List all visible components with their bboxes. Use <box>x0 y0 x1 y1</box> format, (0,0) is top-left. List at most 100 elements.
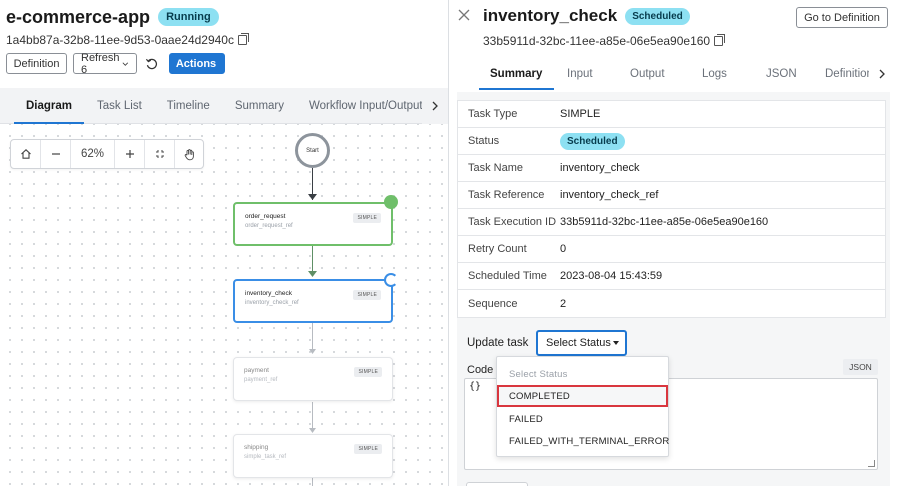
tabs-scroll-right-button[interactable] <box>422 88 448 124</box>
option-failed[interactable]: FAILED <box>497 408 668 430</box>
row-key: Task Execution ID <box>458 216 560 228</box>
arrowhead-icon <box>308 271 317 278</box>
row-value: 2023-08-04 15:43:59 <box>560 270 662 282</box>
row-value: 2 <box>560 298 566 310</box>
zoom-level: 62% <box>71 140 115 168</box>
tab-output[interactable]: Output <box>630 58 665 90</box>
tab-workflow-input-output[interactable]: Workflow Input/Output <box>309 88 423 124</box>
tab-input[interactable]: Input <box>567 58 593 90</box>
tab-json[interactable]: JSON <box>766 58 797 90</box>
node-shipping[interactable]: shipping simple_task_ref SIMPLE <box>233 434 393 478</box>
minus-icon <box>50 148 62 160</box>
workflow-pane: e-commerce-app Running 1a4bb87a-32b8-11e… <box>0 0 448 486</box>
status-select[interactable]: Select Status <box>536 330 627 356</box>
table-row: Sequence 2 <box>458 290 885 317</box>
close-icon[interactable] <box>457 8 471 22</box>
row-value: inventory_check_ref <box>560 189 658 201</box>
table-row: Task Execution ID 33b5911d-32bc-11ee-a85… <box>458 209 885 236</box>
node-type-tag: SIMPLE <box>354 367 382 377</box>
task-header: inventory_check Scheduled <box>483 6 690 26</box>
code-label: Code <box>467 364 493 376</box>
home-button[interactable] <box>11 140 41 168</box>
fit-view-icon <box>154 148 166 160</box>
workflow-tabs: Diagram Task List Timeline Summary Workf… <box>0 88 448 124</box>
row-value: inventory_check <box>560 162 640 174</box>
tab-diagram[interactable]: Diagram <box>26 88 72 124</box>
caret-up-icon <box>613 341 619 345</box>
table-row: Task Type SIMPLE <box>458 101 885 128</box>
status-dropdown-menu: Select Status COMPLETED FAILED FAILED_WI… <box>496 356 669 457</box>
resize-handle-icon[interactable] <box>868 460 875 467</box>
tab-logs[interactable]: Logs <box>702 58 727 90</box>
status-badge: Scheduled <box>560 133 625 150</box>
start-node[interactable]: Start <box>295 133 330 168</box>
actions-button[interactable]: Actions <box>169 53 225 74</box>
go-to-definition-button[interactable]: Go to Definition <box>796 7 888 28</box>
pan-button[interactable] <box>175 140 203 168</box>
workflow-header: e-commerce-app Running <box>6 6 219 28</box>
row-key: Task Reference <box>458 189 560 201</box>
refresh-button[interactable]: Refresh 6 <box>73 53 137 74</box>
plus-icon <box>124 148 136 160</box>
node-ref: payment_ref <box>244 377 382 383</box>
tabs-scroll-right-button[interactable] <box>874 58 890 90</box>
option-select-status[interactable]: Select Status <box>497 363 668 385</box>
definition-button[interactable]: Definition <box>6 53 67 74</box>
row-value: 0 <box>560 243 566 255</box>
node-inventory-check[interactable]: inventory_check inventory_check_ref SIMP… <box>233 279 393 323</box>
copy-icon[interactable] <box>714 36 723 46</box>
workflow-id-row: 1a4bb87a-32b8-11ee-9d53-0aae24d2940c <box>6 33 247 47</box>
task-id-row: 33b5911d-32bc-11ee-a85e-06e5ea90e160 <box>483 34 723 48</box>
tab-timeline[interactable]: Timeline <box>167 88 210 124</box>
node-payment[interactable]: payment payment_ref SIMPLE <box>233 357 393 401</box>
completed-status-icon <box>384 195 398 209</box>
tab-definition[interactable]: Definition <box>825 58 869 90</box>
row-key: Retry Count <box>458 243 560 255</box>
task-status-badge: Scheduled <box>625 8 690 25</box>
table-row: Task Reference inventory_check_ref <box>458 182 885 209</box>
row-value: SIMPLE <box>560 108 600 120</box>
zoom-in-button[interactable] <box>115 140 145 168</box>
chevron-down-icon <box>122 60 129 68</box>
hand-icon <box>183 148 196 161</box>
node-type-tag: SIMPLE <box>354 444 382 454</box>
table-row: Retry Count 0 <box>458 236 885 263</box>
node-order-request[interactable]: order_request order_request_ref SIMPLE <box>233 202 393 246</box>
workflow-status-badge: Running <box>158 8 219 26</box>
update-button[interactable] <box>466 482 528 486</box>
tab-summary[interactable]: Summary <box>235 88 284 124</box>
task-details-pane: inventory_check Scheduled 33b5911d-32bc-… <box>449 0 900 486</box>
tab-summary[interactable]: Summary <box>490 58 542 90</box>
code-value: {} <box>469 381 481 392</box>
workflow-title: e-commerce-app <box>6 7 150 28</box>
node-type-tag: SIMPLE <box>353 213 381 223</box>
reload-icon[interactable] <box>145 57 159 71</box>
node-ref: order_request_ref <box>245 223 381 229</box>
chevron-right-icon <box>878 69 886 79</box>
task-id: 33b5911d-32bc-11ee-a85e-06e5ea90e160 <box>483 34 710 48</box>
actions-label: Actions <box>176 58 216 70</box>
node-ref: inventory_check_ref <box>245 300 381 306</box>
copy-icon[interactable] <box>238 35 247 45</box>
home-icon <box>20 148 32 160</box>
option-completed[interactable]: COMPLETED <box>497 385 668 407</box>
node-ref: simple_task_ref <box>244 454 382 460</box>
refresh-label: Refresh 6 <box>81 52 120 76</box>
arrowhead-icon <box>308 194 317 201</box>
arrowhead-icon <box>309 349 316 355</box>
fit-view-button[interactable] <box>145 140 175 168</box>
row-key: Scheduled Time <box>458 270 560 282</box>
edge-shipping-next <box>312 478 313 486</box>
row-value: 33b5911d-32bc-11ee-a85e-06e5ea90e160 <box>560 216 768 228</box>
zoom-out-button[interactable] <box>41 140 71 168</box>
chevron-right-icon <box>431 101 439 111</box>
tab-task-list[interactable]: Task List <box>97 88 142 124</box>
json-button[interactable]: JSON <box>843 359 878 375</box>
table-row: Status Scheduled <box>458 128 885 155</box>
row-key: Sequence <box>458 298 560 310</box>
row-key: Status <box>458 135 560 147</box>
option-failed-with-terminal-error[interactable]: FAILED_WITH_TERMINAL_ERROR <box>497 430 668 452</box>
workflow-toolbar: Definition Refresh 6 Actions <box>6 53 225 74</box>
spinner-icon <box>384 273 398 287</box>
node-type-tag: SIMPLE <box>353 290 381 300</box>
